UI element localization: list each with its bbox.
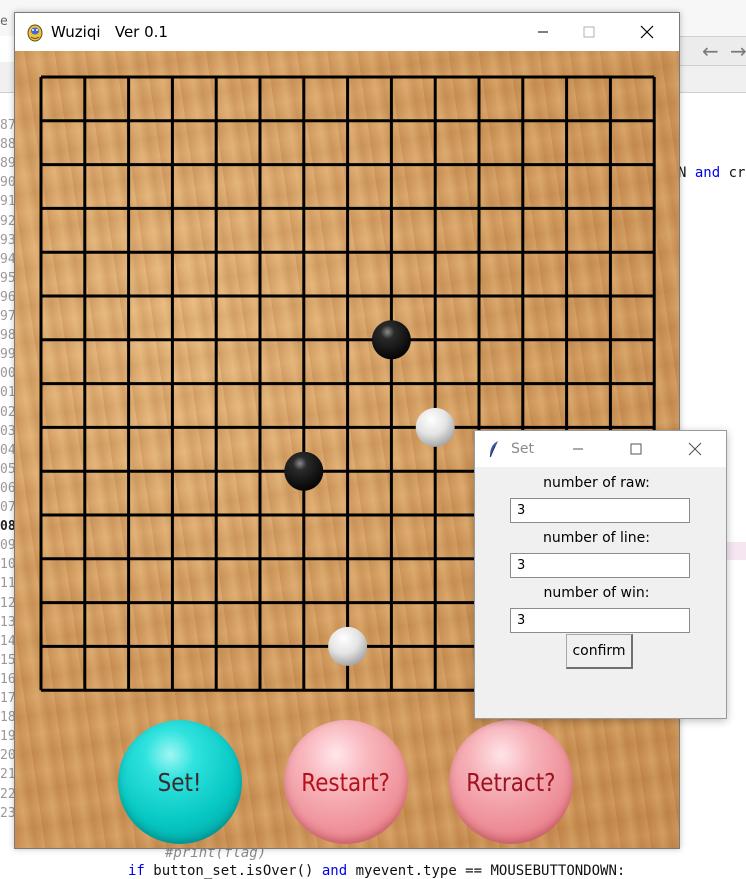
set-minimize-button[interactable] (555, 431, 601, 467)
set-maximize-button[interactable] (613, 431, 659, 467)
wuziqi-titlebar[interactable]: Wuziqi Ver 0.1 (15, 13, 679, 51)
lines-label: number of line: (542, 530, 651, 546)
minimize-button[interactable] (520, 13, 566, 51)
set-dialog: Set number of raw: number of line: numbe… (474, 430, 727, 719)
app-version: Ver 0.1 (114, 23, 168, 41)
back-arrow-icon[interactable]: ← (702, 41, 719, 61)
window-title: Wuziqi Ver 0.1 (51, 23, 168, 41)
close-icon (640, 25, 654, 39)
restart-button-label: Restart? (301, 767, 391, 797)
set-button[interactable]: Set! (118, 720, 242, 844)
rows-label: number of raw: (543, 475, 650, 491)
black-stone (371, 320, 411, 360)
code-text: button_set.isOver() (144, 863, 322, 879)
feather-icon (489, 441, 498, 458)
set-dialog-titlebar[interactable]: Set (475, 431, 726, 467)
set-dialog-title: Set (511, 441, 534, 457)
rows-input[interactable] (510, 498, 690, 523)
ide-current-line-highlight (726, 542, 746, 560)
maximize-button[interactable] (566, 13, 612, 51)
board-stones (284, 320, 455, 666)
forward-arrow-icon[interactable]: → (730, 41, 746, 61)
black-stone (284, 451, 324, 491)
set-button-label: Set! (158, 767, 202, 797)
code-keyword: and (321, 863, 348, 879)
lines-input[interactable] (510, 553, 690, 578)
white-stone (328, 626, 368, 666)
minimize-icon (573, 448, 583, 450)
code-text: myevent.type == MOUSEBUTTONDOWN: (347, 863, 626, 879)
minimize-icon (538, 31, 548, 33)
confirm-button[interactable]: confirm (566, 634, 633, 669)
ide-code-line: if button_set.isOver() and myevent.type … (128, 863, 625, 879)
win-label: number of win: (543, 585, 650, 601)
close-icon (688, 442, 702, 456)
code-keyword: if (128, 863, 145, 879)
pygame-snake-icon (27, 24, 43, 42)
code-text: cr (720, 165, 746, 181)
code-keyword: and (694, 165, 721, 181)
maximize-icon (630, 443, 642, 455)
retract-button[interactable]: Retract? (449, 720, 573, 844)
set-close-button[interactable] (672, 431, 718, 467)
ide-code-fragment: N and cr (678, 165, 745, 181)
ide-nav-toolbar: ← → (676, 36, 746, 66)
close-button[interactable] (624, 13, 670, 51)
restart-button[interactable]: Restart? (284, 720, 408, 844)
ide-top-fragment: e (0, 14, 8, 29)
win-input[interactable] (510, 608, 690, 633)
code-text: N (678, 165, 695, 181)
maximize-icon (583, 26, 595, 38)
app-name: Wuziqi (51, 23, 101, 41)
white-stone (415, 407, 455, 447)
retract-button-label: Retract? (466, 767, 556, 797)
